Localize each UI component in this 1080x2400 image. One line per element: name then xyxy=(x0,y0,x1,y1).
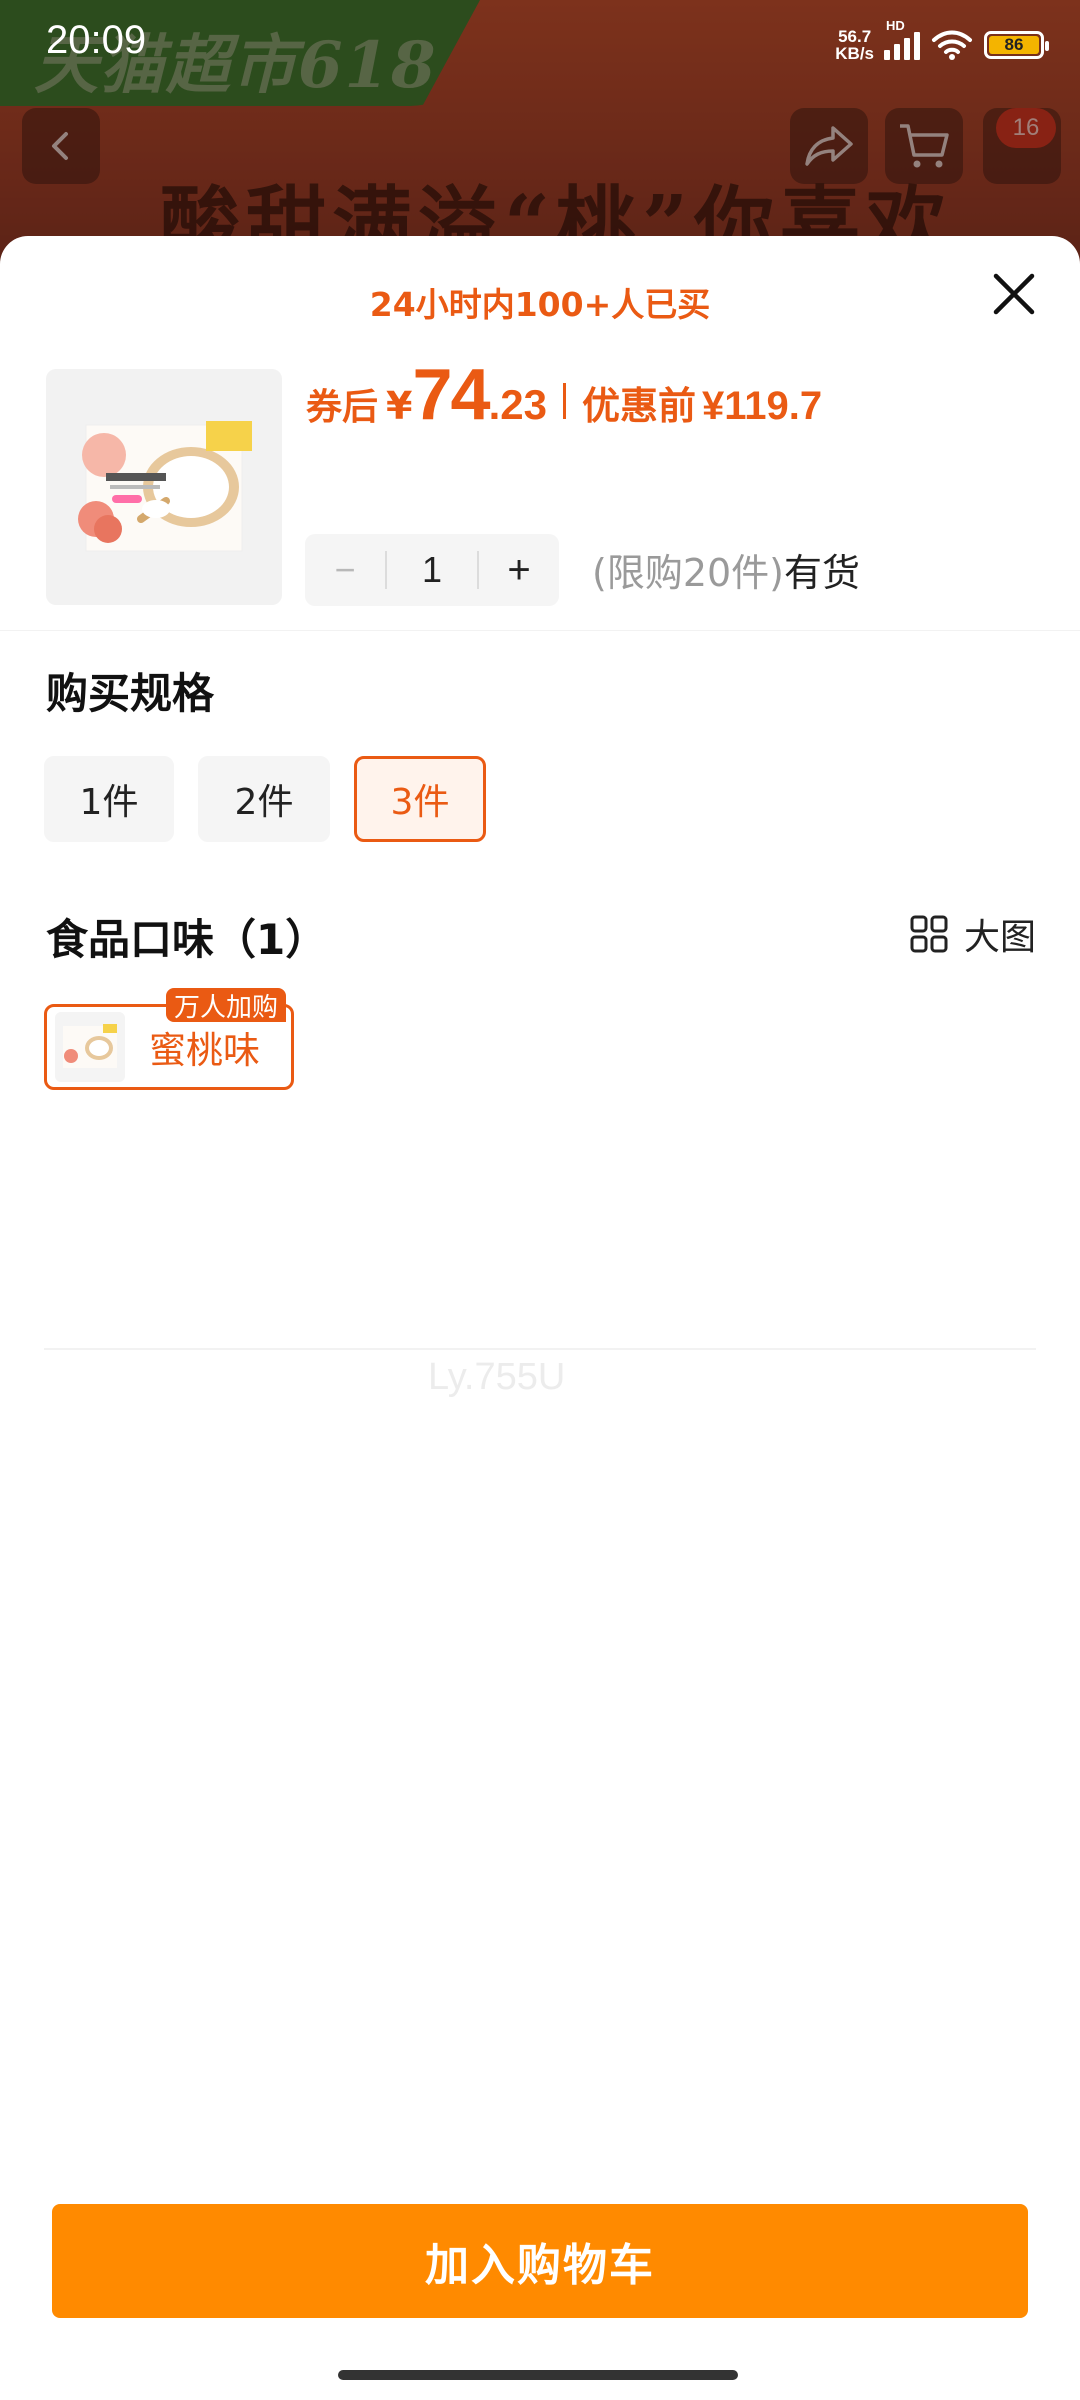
price-integer: 74 xyxy=(412,355,490,435)
big-image-label: 大图 xyxy=(963,917,1036,958)
signal-icon: HD xyxy=(884,18,920,60)
big-image-toggle[interactable]: 大图 xyxy=(910,908,1036,960)
currency-symbol: ¥ xyxy=(386,384,413,428)
add-to-cart-button[interactable]: 加入购物车 xyxy=(52,2204,1028,2318)
close-icon xyxy=(993,273,1035,315)
wifi-icon xyxy=(932,30,972,60)
hot-tag-badge: 万人加购 xyxy=(166,988,287,1023)
decrease-button[interactable]: − xyxy=(305,534,385,606)
status-icons: 56.7 KB/s HD 86 xyxy=(835,18,1049,63)
price-decimal: .23 xyxy=(488,381,547,428)
spec-option-1[interactable]: 1件 xyxy=(44,756,174,842)
stock-info: (限购20件)有货 xyxy=(592,542,860,597)
grid-icon xyxy=(910,915,948,953)
increase-button[interactable]: + xyxy=(479,534,559,606)
home-indicator[interactable] xyxy=(338,2370,738,2380)
price-row: 券后 ¥ 74 .23 优惠前 ¥119.7 xyxy=(306,354,822,436)
product-thumbnail[interactable] xyxy=(46,369,282,605)
before-discount-label: 优惠前 xyxy=(581,384,696,428)
quantity-value[interactable]: 1 xyxy=(387,549,477,591)
battery-icon: 86 xyxy=(984,31,1049,59)
price-divider xyxy=(562,383,566,419)
flavor-section-title: 食品口味（1） xyxy=(46,915,328,964)
divider xyxy=(44,1348,1036,1350)
close-button[interactable] xyxy=(986,266,1042,322)
purchase-limit: (限购20件) xyxy=(592,551,785,595)
divider xyxy=(0,630,1080,631)
before-discount-price: ¥119.7 xyxy=(701,384,823,428)
watermark: Ly.755U xyxy=(428,1356,566,1398)
stock-status: 有货 xyxy=(784,551,861,595)
spec-option-3-selected[interactable]: 3件 xyxy=(354,756,486,842)
flavor-label: 蜜桃味 xyxy=(149,1029,260,1072)
spec-section-title: 购买规格 xyxy=(46,669,215,718)
yogurt-package-image xyxy=(78,421,252,552)
yogurt-package-image xyxy=(63,1024,117,1068)
flavor-thumbnail xyxy=(55,1012,125,1082)
quantity-stepper: − 1 + xyxy=(305,534,559,606)
status-time: 20:09 xyxy=(46,18,147,62)
sold-count: 24小时内100+人已买 xyxy=(369,285,711,324)
spec-option-2[interactable]: 2件 xyxy=(198,756,330,842)
sku-sheet: 24小时内100+人已买 券后 ¥ 74 .23 优惠前 ¥119.7 − 1 … xyxy=(0,236,1080,2400)
network-speed: 56.7 KB/s xyxy=(835,27,874,63)
after-coupon-label: 券后 xyxy=(306,387,379,428)
